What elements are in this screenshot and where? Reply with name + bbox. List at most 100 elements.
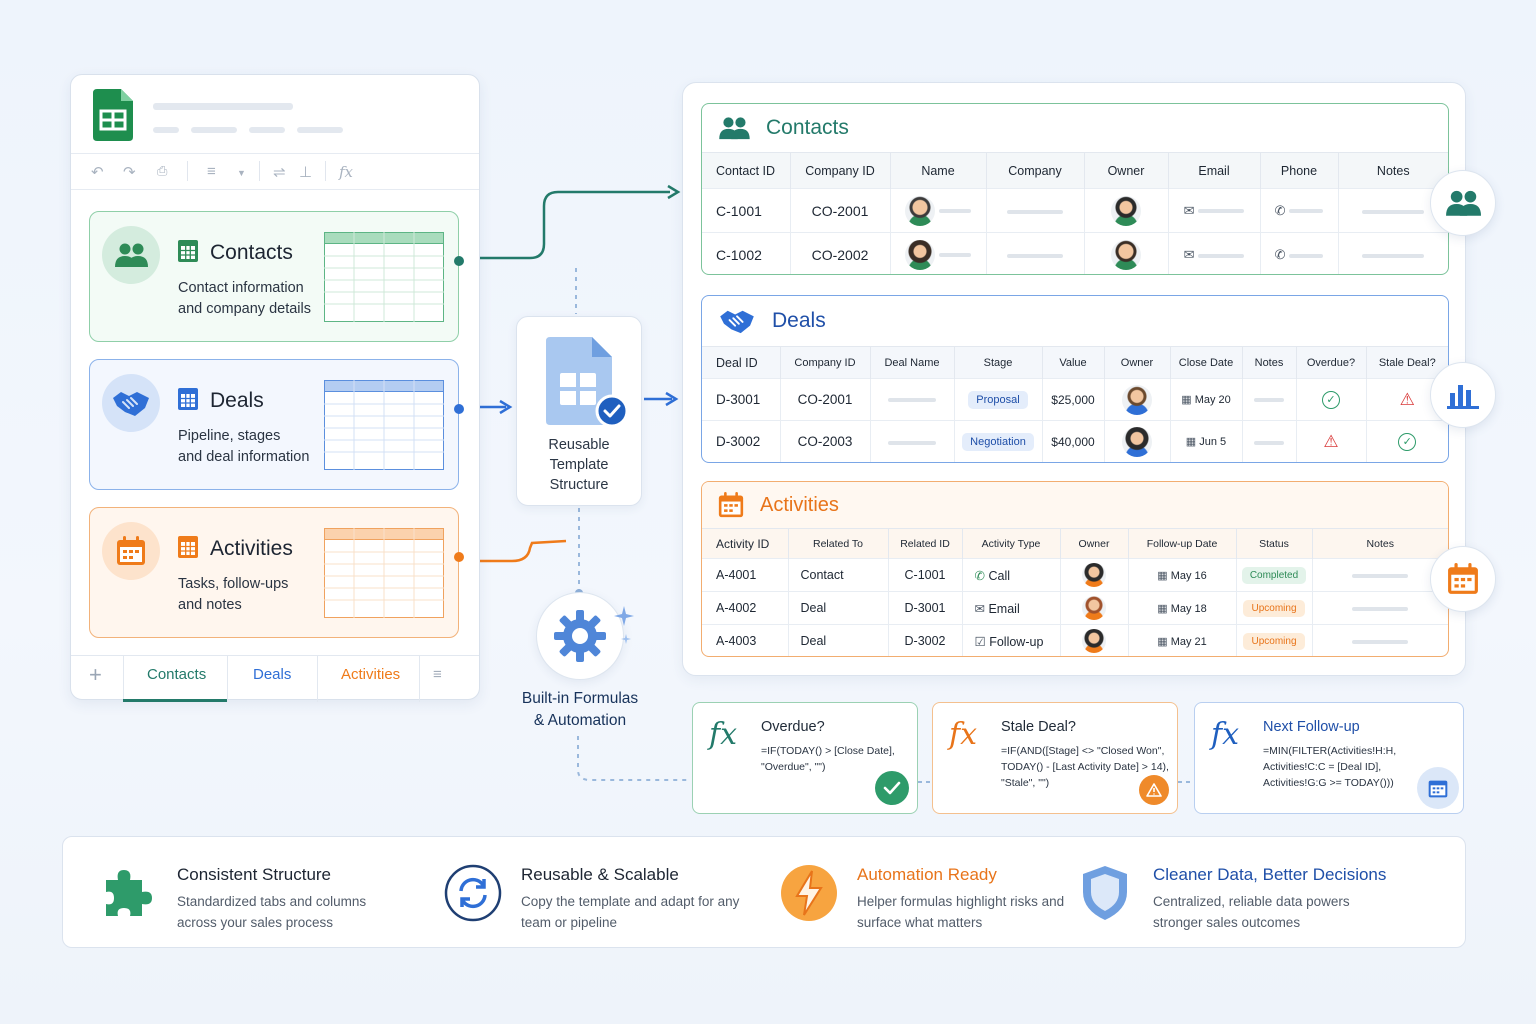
menu-icon[interactable]: ≡: [433, 666, 442, 683]
activity-type: Follow-up: [989, 634, 1044, 649]
tab-activities[interactable]: Activities: [341, 666, 400, 683]
function-icon[interactable]: fx: [339, 163, 353, 181]
column-header: Name: [889, 152, 986, 189]
table-row[interactable]: A-4001 Contact C-1001 ✆ Call ▦ May 16 Co…: [702, 558, 1448, 592]
owner-cell: [1103, 378, 1170, 421]
desc-line: and notes: [178, 597, 242, 613]
value-cell: $25,000: [1041, 378, 1104, 421]
owner-cell: [1103, 420, 1170, 462]
deals-tab-card[interactable]: Deals Pipeline, stages and deal informat…: [89, 359, 464, 490]
formula-title: Overdue?: [761, 719, 825, 735]
formula-icon: fx: [709, 717, 738, 752]
column-header: Related ID: [887, 528, 962, 559]
column-header: Owner: [1059, 528, 1128, 559]
owner-cell: [1083, 232, 1168, 274]
next-follow-up-formula-card: fx Next Follow-up =MIN(FILTER(Activities…: [1194, 702, 1464, 814]
dropdown-icon[interactable]: ▼: [237, 168, 246, 178]
deals-table: Deals Deal ID Company ID Deal Name Stage…: [701, 295, 1449, 463]
connector-dot: [454, 256, 464, 266]
benefit-title: Consistent Structure: [177, 865, 332, 884]
redo-icon[interactable]: ↷: [123, 163, 136, 181]
company-id-cell: CO-2003: [779, 420, 870, 462]
related-id-cell: D-3001: [887, 591, 962, 625]
add-sheet-button[interactable]: +: [89, 662, 102, 688]
clipboard-icon: ☑: [974, 634, 986, 649]
formula-icon: fx: [949, 717, 978, 752]
table-title: Contacts: [766, 116, 849, 139]
toolbar-separator: [187, 161, 188, 181]
check-icon: ✓: [1322, 390, 1340, 409]
text-placeholder: [1198, 253, 1245, 258]
stale-cell: ✓: [1365, 420, 1448, 462]
valign-icon[interactable]: ⊥: [299, 163, 312, 181]
close-date-cell: ▦ Jun 5: [1169, 420, 1242, 462]
print-icon[interactable]: ⎙: [157, 163, 167, 179]
wrap-icon[interactable]: ⇌: [273, 163, 286, 181]
related-to-cell: Deal: [787, 591, 888, 625]
activity-type: Call: [988, 568, 1011, 583]
notes-cell: [1241, 378, 1296, 421]
column-header: Stage: [953, 346, 1042, 379]
column-header: Status: [1235, 528, 1312, 559]
table-row[interactable]: A-4003 Deal D-3002 ☑ Follow-up ▦ May 21 …: [702, 624, 1448, 656]
table-row[interactable]: D-3001 CO-2001 Proposal $25,000 ▦ May 20…: [702, 378, 1448, 421]
contacts-grid: Contact ID Company ID Name Company Owner…: [702, 152, 1448, 274]
status-cell: Upcoming: [1235, 591, 1312, 625]
calendar-icon: ▦: [1157, 602, 1168, 615]
column-header: Company ID: [789, 152, 890, 189]
column-header: Follow-up Date: [1127, 528, 1236, 559]
warning-icon: ⚠: [1323, 431, 1339, 451]
toolbar-separator: [325, 161, 326, 181]
calendar-icon: ▦: [1181, 394, 1192, 406]
follow-up-date: May 21: [1170, 635, 1207, 648]
stage-badge: Negotiation: [962, 432, 1034, 451]
overdue-formula-card: fx Overdue? =IF(TODAY() > [Close Date], …: [692, 702, 918, 814]
card-description: Tasks, follow-ups and notes: [178, 574, 328, 616]
activities-tab-card[interactable]: Activities Tasks, follow-ups and notes: [89, 507, 464, 638]
calendar-icon: [117, 536, 145, 565]
align-icon[interactable]: ≡: [207, 163, 216, 180]
text-placeholder: [1362, 209, 1425, 214]
table-row[interactable]: C-1001 CO-2001 ✉ ✆: [702, 188, 1448, 233]
avatar: [1111, 195, 1141, 226]
activities-circle: [102, 522, 160, 580]
table-row[interactable]: D-3002 CO-2003 Negotiation $40,000 ▦ Jun…: [702, 420, 1448, 462]
table-row[interactable]: A-4002 Deal D-3001 ✉ Email ▦ May 18 Upco…: [702, 591, 1448, 625]
desc-line: Pipeline, stages: [178, 428, 281, 444]
mail-icon: ✉: [1183, 203, 1195, 218]
phone-icon: ✆: [1274, 203, 1286, 218]
column-header: Stale Deal?: [1365, 346, 1448, 379]
formula-title: Next Follow-up: [1263, 719, 1360, 735]
email-cell: ✉: [1167, 232, 1260, 274]
table-row[interactable]: C-1002 CO-2002 ✉ ✆: [702, 232, 1448, 274]
column-header: Deal ID: [702, 346, 780, 379]
column-header: Notes: [1311, 528, 1448, 559]
sheets-logo-icon: [93, 89, 133, 141]
benefit-description: Standardized tabs and columns across you…: [177, 894, 367, 930]
contacts-tab-card[interactable]: Contacts Contact information and company…: [89, 211, 464, 342]
contacts-table: Contacts Contact ID Company ID Name Comp…: [701, 103, 1449, 275]
tab-contacts[interactable]: Contacts: [147, 666, 206, 683]
owner-cell: [1059, 558, 1128, 592]
name-cell: [889, 188, 986, 233]
sheet-tab-icon: [178, 388, 198, 410]
text-placeholder: [1352, 573, 1409, 578]
contact-id-cell: C-1002: [702, 232, 790, 274]
benefit-title: Cleaner Data, Better Decisions: [1153, 865, 1387, 884]
formula-code: =MIN(FILTER(Activities!H:H, Activities!C…: [1263, 745, 1397, 789]
contacts-table-header: Contacts: [702, 104, 1448, 152]
owner-cell: [1059, 591, 1128, 625]
status-badge: Upcoming: [1243, 632, 1305, 650]
check-icon: [875, 771, 909, 805]
puzzle-icon: [97, 861, 161, 925]
tab-deals[interactable]: Deals: [253, 666, 291, 683]
avatar: [1122, 384, 1152, 415]
related-to-cell: Contact: [787, 558, 888, 592]
undo-icon[interactable]: ↶: [91, 163, 104, 181]
owner-cell: [1083, 188, 1168, 233]
benefit-item: Cleaner Data, Better Decisions Centraliz…: [1073, 837, 1443, 949]
stage-cell: Negotiation: [953, 420, 1042, 462]
grid-thumbnail: [324, 232, 444, 322]
text-placeholder: [1007, 254, 1063, 259]
automation-label: Built-in Formulas & Automation: [500, 688, 660, 732]
